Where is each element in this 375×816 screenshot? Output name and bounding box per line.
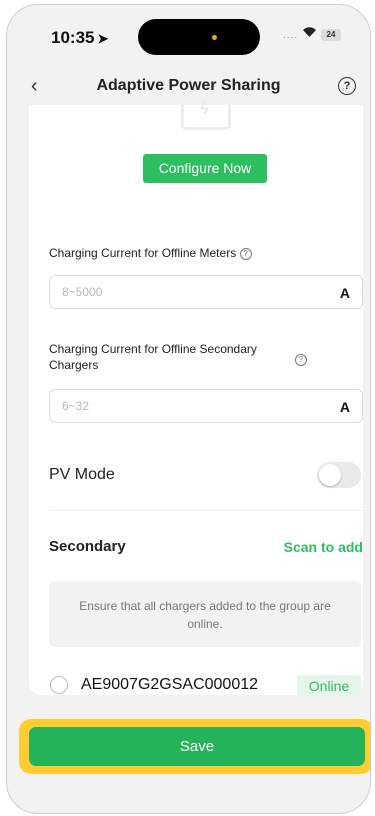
offline-meters-unit: A [339, 285, 350, 301]
offline-secondary-input[interactable] [62, 390, 322, 422]
pv-mode-toggle[interactable] [317, 462, 361, 488]
location-arrow-icon: ➤ [97, 31, 109, 46]
charger-select-radio[interactable] [50, 676, 68, 694]
charger-id: AE9007G2GSAC000012 [81, 676, 259, 693]
status-time: 10:35 ➤ [51, 28, 108, 48]
offline-secondary-help-icon[interactable]: ? [295, 354, 307, 366]
offline-meters-label-text: Charging Current for Offline Meters [49, 246, 237, 260]
pv-mode-label: PV Mode [49, 466, 115, 483]
recording-dot-icon [212, 35, 217, 40]
toggle-knob [319, 464, 341, 486]
offline-meters-input[interactable] [62, 276, 322, 308]
online-notice: Ensure that all chargers added to the gr… [49, 581, 361, 647]
dynamic-island [138, 19, 260, 55]
help-icon[interactable]: ? [338, 77, 356, 95]
nav-header: ‹ Adaptive Power Sharing ? [7, 67, 370, 107]
offline-secondary-label-line2: Chargers [49, 358, 99, 372]
offline-secondary-label: Charging Current for Offline Secondary C… [49, 341, 299, 373]
phone-frame: 10:35 ➤ .... 24 ‹ Adaptive Power Sharing … [6, 4, 371, 814]
settings-card: ϟ Configure Now Charging Current for Off… [29, 101, 363, 697]
offline-meters-label: Charging Current for Offline Meters ? [49, 245, 252, 261]
battery-icon: 24 [321, 29, 341, 41]
signal-icon: .... [283, 30, 299, 41]
offline-secondary-field: A [49, 389, 363, 423]
wifi-icon [302, 25, 317, 42]
offline-secondary-unit: A [339, 399, 350, 415]
offline-meters-help-icon[interactable]: ? [239, 247, 252, 260]
charger-illustration-icon: ϟ [181, 101, 231, 130]
secondary-section-title: Secondary [49, 538, 126, 555]
save-button[interactable]: Save [29, 727, 365, 766]
online-status-badge: Online [297, 675, 361, 697]
status-time-text: 10:35 [51, 28, 95, 47]
page-title: Adaptive Power Sharing [96, 77, 281, 94]
section-divider [49, 510, 363, 511]
offline-meters-field: A [49, 275, 363, 309]
online-notice-text: Ensure that all chargers added to the gr… [79, 599, 331, 631]
scan-to-add-link[interactable]: Scan to add [284, 539, 363, 555]
status-bar: 10:35 ➤ .... 24 [7, 5, 370, 65]
offline-secondary-label-line1: Charging Current for Offline Secondary [49, 342, 257, 356]
configure-now-button[interactable]: Configure Now [143, 154, 267, 183]
